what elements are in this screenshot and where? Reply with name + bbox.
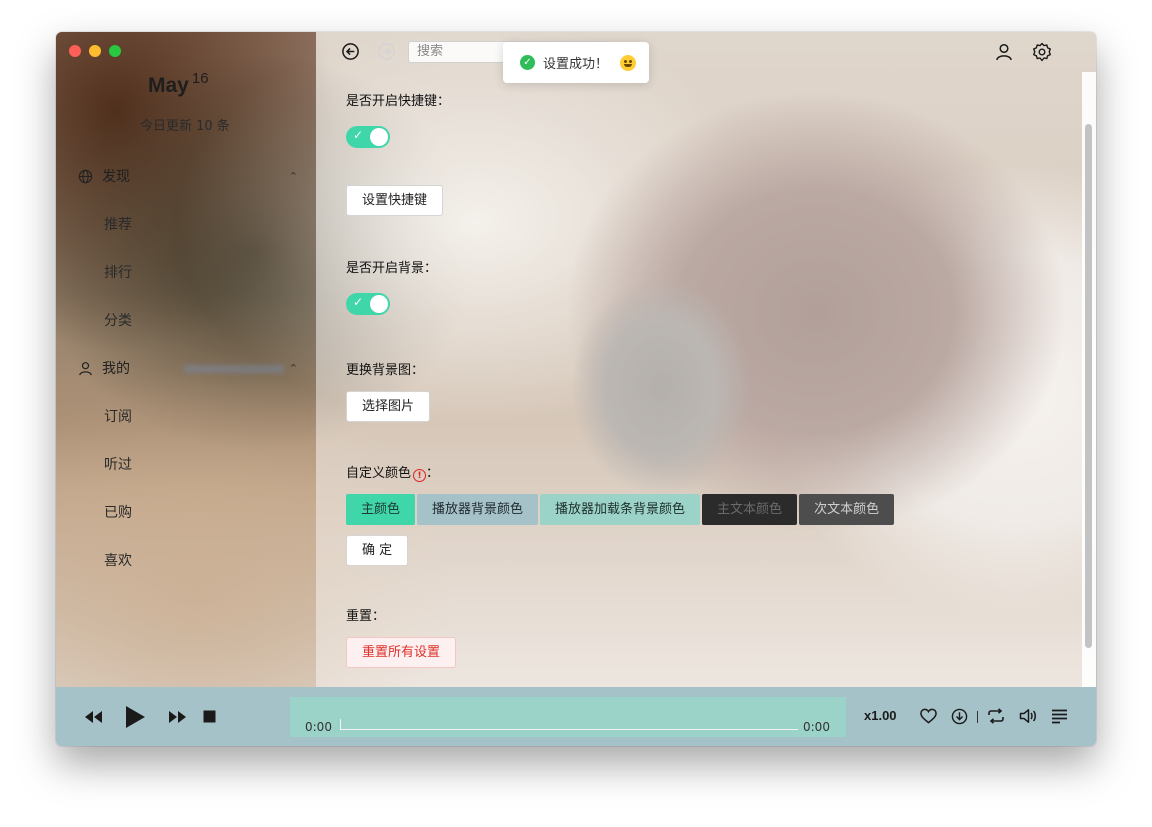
forward-button[interactable] — [377, 42, 396, 61]
reset-all-settings-button[interactable]: 重置所有设置 — [346, 637, 457, 668]
sidebar-item-liked[interactable]: 喜欢 — [104, 550, 132, 570]
date-display: May 16 — [148, 70, 209, 98]
check-icon: ✓ — [353, 128, 364, 142]
maximize-window-button[interactable] — [109, 45, 121, 57]
window-controls — [69, 45, 121, 57]
sidebar-item-history[interactable]: 听过 — [104, 454, 132, 474]
play-icon[interactable] — [124, 705, 146, 729]
success-toast: ✓ 设置成功！ — [503, 42, 649, 83]
main-content — [316, 32, 1096, 687]
sidebar-item-ranking[interactable]: 排行 — [104, 262, 132, 282]
back-button[interactable] — [341, 42, 360, 61]
gear-icon[interactable] — [1032, 42, 1052, 62]
color-button-1[interactable]: 播放器背景颜色 — [417, 494, 539, 525]
globe-icon — [78, 169, 93, 183]
user-icon — [79, 361, 92, 375]
color-button-0[interactable]: 主颜色 — [346, 494, 416, 525]
sidebar-section-label: 发现 — [102, 169, 130, 185]
sidebar-section-label: 我的 — [102, 361, 130, 377]
date-month: May — [148, 74, 189, 97]
divider — [977, 711, 978, 723]
repeat-icon[interactable] — [987, 708, 1005, 724]
smile-emoji-icon — [620, 54, 637, 71]
custom-color-label: 自定义颜色!： — [346, 462, 439, 482]
progress-area: 0:00 0:00 — [290, 697, 846, 737]
app-window: May 16 今日更新 10 条 发现 ⌃ 推荐 排行 分类 我的 ⌃ 订阅 听过… — [56, 32, 1096, 746]
heart-icon[interactable] — [920, 708, 937, 724]
set-shortcut-button[interactable]: 设置快捷键 — [346, 185, 444, 216]
color-button-2[interactable]: 播放器加载条背景颜色 — [540, 494, 701, 525]
sidebar-section-mine[interactable]: 我的 ⌃ — [78, 358, 298, 378]
color-button-4[interactable]: 次文本颜色 — [799, 494, 895, 525]
shortcut-toggle[interactable]: ✓ — [346, 126, 390, 148]
fast-forward-icon[interactable] — [167, 710, 189, 724]
date-day: 16 — [191, 70, 209, 87]
volume-icon[interactable] — [1019, 708, 1037, 724]
color-button-group: 主颜色 播放器背景颜色 播放器加载条背景颜色 主文本颜色 次文本颜色 — [346, 494, 895, 525]
toggle-knob — [370, 128, 388, 146]
player-bar: 0:00 0:00 x1.00 — [56, 687, 1096, 746]
toast-message: 设置成功！ — [543, 57, 609, 72]
player-controls — [82, 687, 216, 746]
current-time: 0:00 — [305, 720, 332, 734]
today-update-count: 今日更新 10 条 — [140, 119, 230, 134]
choose-image-button[interactable]: 选择图片 — [346, 391, 431, 422]
background-setting-label: 是否开启背景： — [346, 261, 438, 276]
background-toggle[interactable]: ✓ — [346, 293, 390, 315]
chevron-up-icon[interactable]: ⌃ — [289, 362, 298, 375]
minimize-window-button[interactable] — [89, 45, 101, 57]
scrollbar-thumb[interactable] — [1085, 124, 1092, 648]
playlist-icon[interactable] — [1051, 709, 1068, 724]
stop-icon[interactable] — [203, 710, 216, 723]
total-time: 0:00 — [803, 720, 830, 734]
sidebar-item-recommend[interactable]: 推荐 — [104, 214, 132, 234]
sidebar-item-subscribed[interactable]: 订阅 — [104, 406, 132, 426]
playback-rate[interactable]: x1.00 — [864, 708, 897, 723]
chevron-up-icon[interactable]: ⌃ — [289, 170, 298, 183]
confirm-button[interactable]: 确 定 — [346, 535, 409, 566]
color-button-3[interactable]: 主文本颜色 — [702, 494, 798, 525]
user-account-icon[interactable] — [995, 43, 1013, 61]
shortcut-setting-label: 是否开启快捷键： — [346, 94, 451, 109]
sidebar-item-category[interactable]: 分类 — [104, 310, 132, 330]
toggle-knob — [370, 295, 388, 313]
sidebar-section-discover[interactable]: 发现 ⌃ — [78, 166, 298, 186]
check-icon: ✓ — [353, 295, 364, 309]
success-check-icon: ✓ — [520, 55, 535, 70]
sidebar-item-purchased[interactable]: 已购 — [104, 502, 132, 522]
custom-color-text: 自定义颜色 — [346, 466, 412, 481]
download-icon[interactable] — [951, 708, 968, 725]
rewind-icon[interactable] — [82, 710, 104, 724]
close-window-button[interactable] — [69, 45, 81, 57]
warning-icon[interactable]: ! — [413, 469, 427, 482]
reset-label: 重置： — [346, 609, 386, 624]
progress-bar[interactable] — [340, 729, 798, 730]
change-background-label: 更换背景图： — [346, 363, 425, 378]
custom-color-suffix: ： — [426, 466, 440, 481]
